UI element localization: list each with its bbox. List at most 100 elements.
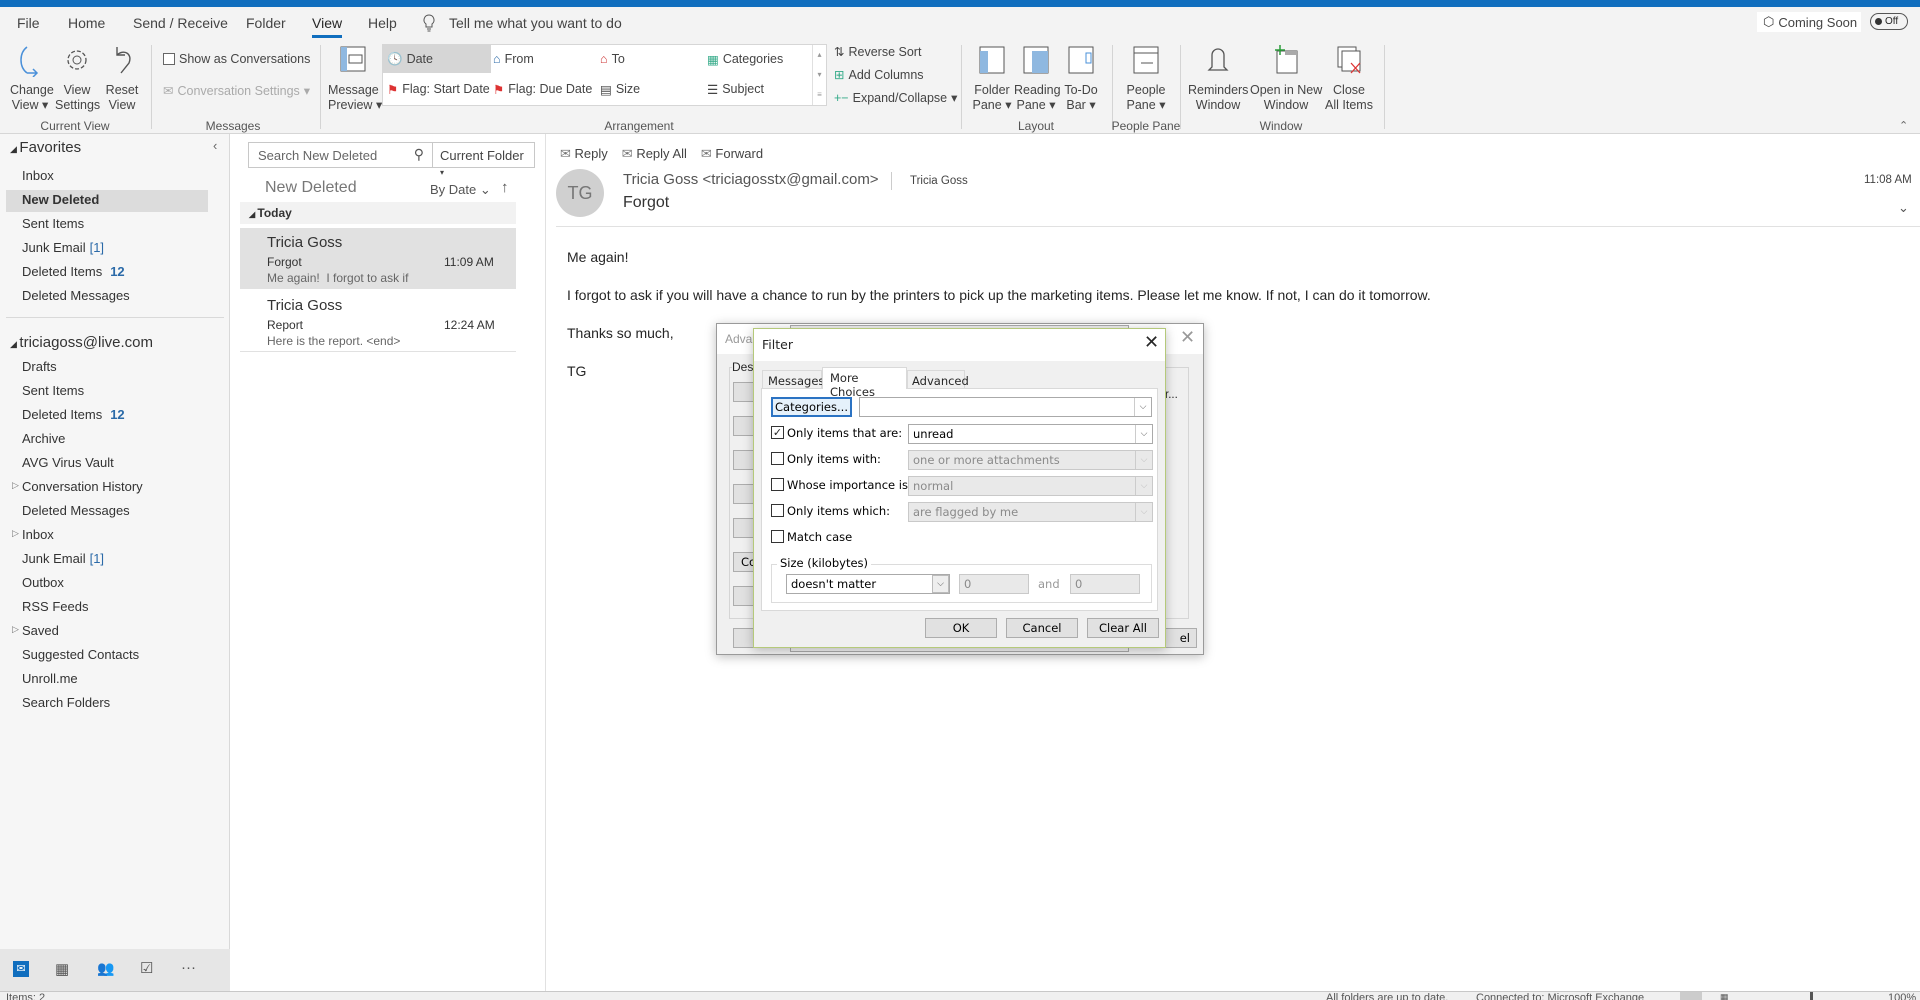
coming-soon-button[interactable]: ⬡ Coming Soon [1757,12,1861,32]
search-box[interactable]: Search New Deleted ⚲ [248,142,433,168]
open-in-new-window-button[interactable]: Open in New Window [1250,43,1322,113]
add-columns-button[interactable]: ⊞ Add Columns [834,67,924,83]
folder-item[interactable]: Deleted Messages [22,503,130,518]
expand-arrow-icon[interactable]: ▷ [12,528,19,539]
folder-item[interactable]: Junk Email [1] [22,551,104,566]
people-icon[interactable]: 👥 [97,960,114,977]
expand-arrow-icon[interactable]: ▷ [12,480,19,491]
coming-soon-toggle[interactable]: Off [1870,13,1908,30]
arrange-by-date[interactable]: 🕓 Date [383,45,491,73]
avatar[interactable]: TG [556,169,604,217]
folder-item[interactable]: Search Folders [22,695,110,710]
close-all-items-button[interactable]: Close All Items [1324,43,1374,113]
cancel-button[interactable]: Cancel [1006,618,1078,638]
status-combo[interactable]: unread ⌵ [908,424,1153,444]
folder-item[interactable]: ▷ Inbox [12,527,54,542]
expand-arrow-icon[interactable]: ▷ [12,624,19,635]
folder-item[interactable]: Sent Items [22,383,84,398]
message-item[interactable]: Tricia Goss Forgot 11:09 AM Me again! I … [240,228,516,289]
reply-all-button[interactable]: ✉ Reply All [622,146,687,162]
tab-home[interactable]: Home [68,15,105,31]
folder-item[interactable]: Outbox [22,575,64,590]
show-as-conversations-checkbox[interactable]: Show as Conversations [163,52,310,66]
gallery-scrollbar[interactable]: ▴ ▾ ≡ [812,45,826,105]
sort-direction-icon[interactable]: ↑ [501,179,509,196]
ok-button[interactable]: OK [925,618,997,638]
arrange-by-to[interactable]: ⌂ To [596,45,625,73]
tab-messages[interactable]: Messages [762,370,824,389]
size-max-input[interactable]: 0 [1070,574,1140,594]
arrange-by-from[interactable]: ⌂ From [489,45,534,73]
arrange-by-flag-start[interactable]: ⚑ Flag: Start Date [383,75,490,103]
size-condition-combo[interactable]: doesn't matter ⌵ [786,574,950,594]
folder-item[interactable]: AVG Virus Vault [22,455,114,470]
folder-item[interactable]: Unroll.me [22,671,78,686]
zoom-slider[interactable] [1810,992,1813,1000]
tell-me-search[interactable]: Tell me what you want to do [449,15,622,31]
reverse-sort-button[interactable]: ⇅ Reverse Sort [834,44,921,60]
recipient[interactable]: Tricia Goss [910,175,968,187]
reading-pane-button[interactable]: Reading Pane ▾ [1014,43,1061,113]
attachments-combo[interactable]: one or more attachments ⌵ [908,450,1153,470]
importance-checkbox[interactable] [771,478,784,491]
folder-item[interactable]: Drafts [22,359,57,374]
folder-item[interactable]: Sent Items [22,216,84,231]
favorites-header[interactable]: ◢ Favorites [10,139,81,156]
reminders-window-button[interactable]: Reminders Window [1188,43,1248,113]
folder-item[interactable]: Deleted Items 12 [22,264,125,279]
search-scope-dropdown[interactable]: Current Folder ▾ [432,142,535,177]
more-icon[interactable]: ··· [181,959,196,976]
folder-item[interactable]: ▷ Conversation History [12,479,143,494]
account-header[interactable]: ◢ triciagoss@live.com [10,334,153,351]
forward-button[interactable]: ✉ Forward [701,146,763,162]
reset-view-button[interactable]: Reset View [104,43,140,113]
change-view-button[interactable]: Change View ▾ [10,43,54,113]
message-preview-button[interactable]: Message Preview ▾ [328,43,382,113]
categories-button[interactable]: Categories... [771,397,852,417]
search-input[interactable]: Search New Deleted [258,148,377,163]
folder-item[interactable]: RSS Feeds [22,599,88,614]
sender[interactable]: Tricia Goss <triciagosstx@gmail.com> [623,171,879,188]
arrange-by-categories[interactable]: ▦ Categories [703,45,783,73]
tasks-icon[interactable]: ☑ [140,959,153,977]
size-min-input[interactable]: 0 [959,574,1029,594]
tab-folder[interactable]: Folder [246,15,286,31]
search-icon[interactable]: ⚲ [414,146,424,163]
calendar-icon[interactable]: ▦ [55,960,69,978]
folder-item[interactable]: Junk Email [1] [22,240,104,255]
people-pane-button[interactable]: People Pane ▾ [1124,43,1168,113]
message-item[interactable]: Tricia Goss Report 12:24 AM Here is the … [240,291,516,352]
tab-more-choices[interactable]: More Choices [822,367,907,399]
collapse-ribbon-icon[interactable]: ⌃ [1899,119,1908,132]
folder-item[interactable]: Archive [22,431,65,446]
only-items-which-checkbox[interactable] [771,504,784,517]
match-case-checkbox[interactable] [771,530,784,543]
only-items-with-checkbox[interactable] [771,452,784,465]
group-header-today[interactable]: ◢ Today [240,202,516,224]
folder-item[interactable]: Deleted Messages [22,288,130,303]
folder-item[interactable]: ▷ Saved [12,623,59,638]
expand-collapse-button[interactable]: +− Expand/Collapse ▾ [834,90,957,106]
arrange-by-subject[interactable]: ☰ Subject [703,75,764,103]
importance-combo[interactable]: normal ⌵ [908,476,1153,496]
tab-advanced[interactable]: Advanced [907,370,969,389]
collapse-folder-pane-icon[interactable]: ‹ [213,138,217,153]
close-icon[interactable]: ✕ [1144,332,1159,353]
only-items-that-are-checkbox[interactable]: ✓ [771,426,784,439]
sort-dropdown[interactable]: By Date ⌄ [430,182,491,198]
tab-help[interactable]: Help [368,15,397,31]
tab-send-receive[interactable]: Send / Receive [133,15,228,31]
tab-view[interactable]: View [312,15,343,38]
expand-header-icon[interactable]: ⌄ [1898,200,1909,216]
folder-item[interactable]: Deleted Items 12 [22,407,125,422]
folder-item[interactable]: New Deleted [6,190,208,212]
view-settings-button[interactable]: View Settings [55,43,100,113]
folder-item[interactable]: Suggested Contacts [22,647,139,662]
conversation-settings-button[interactable]: ✉ Conversation Settings ▾ [163,83,310,99]
normal-view-button[interactable] [1680,992,1702,1000]
flag-status-combo[interactable]: are flagged by me ⌵ [908,502,1153,522]
categories-combo[interactable]: ⌵ [859,397,1152,417]
mail-icon[interactable]: ✉ [13,961,29,977]
reading-view-button[interactable]: ▦ [1720,992,1729,1000]
folder-item[interactable]: Inbox [22,168,54,183]
